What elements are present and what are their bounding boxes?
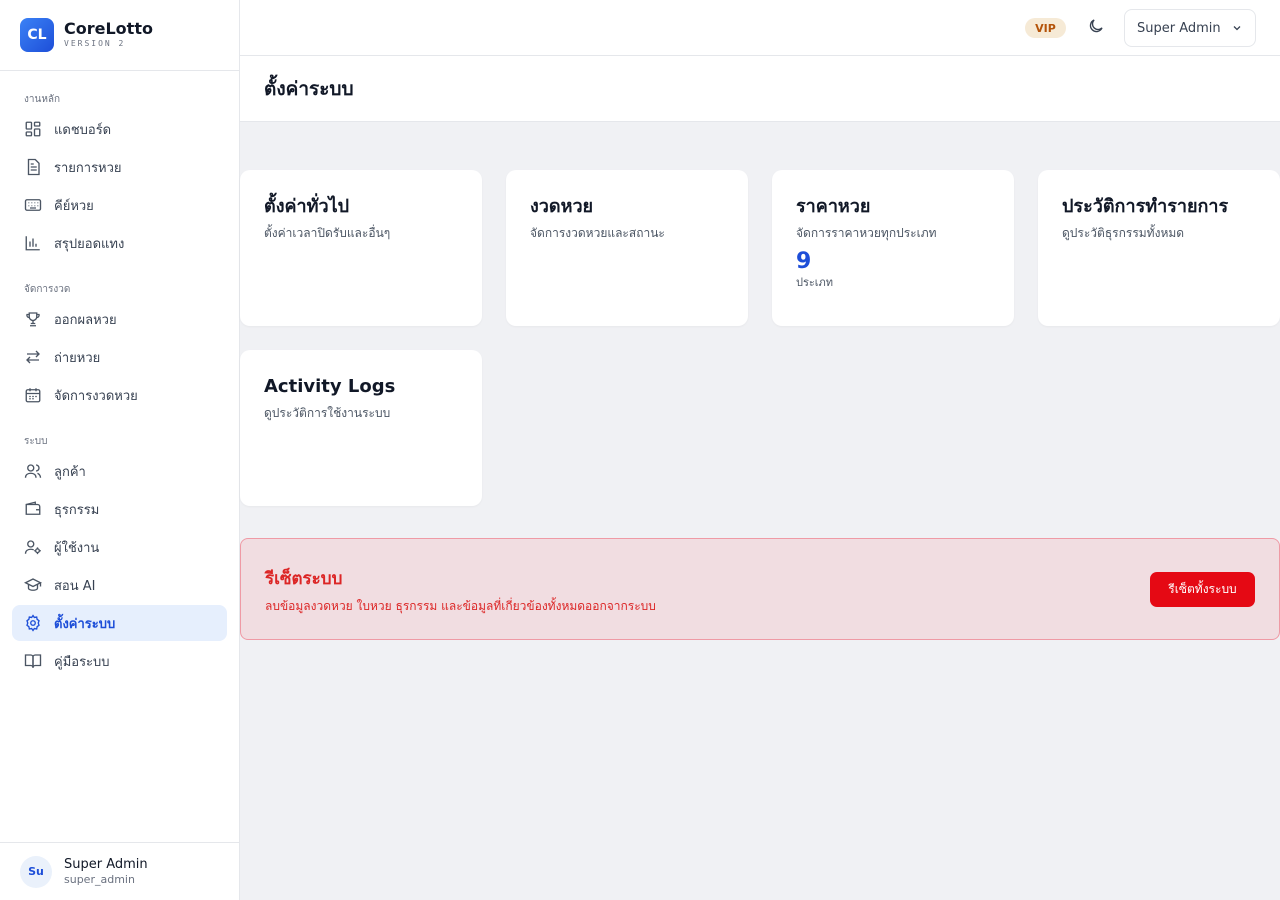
- sidebar-item-bet-summary[interactable]: สรุปยอดแทง: [12, 225, 227, 261]
- card-title: Activity Logs: [264, 376, 396, 397]
- card-stat-unit: ประเภท: [796, 276, 834, 289]
- card-activity-logs[interactable]: Activity Logs ดูประวัติการใช้งานระบบ: [240, 350, 482, 506]
- avatar: Su: [20, 855, 52, 888]
- sidebar-item-label: ออกผลหวย: [54, 312, 117, 328]
- grid-icon: [24, 120, 42, 138]
- sidebar-item-label: คีย์หวย: [54, 198, 94, 214]
- sidebar-item-label: ถ่ายหวย: [54, 350, 101, 366]
- card-title: ตั้งค่าทั่วไป: [264, 196, 350, 217]
- card-desc: จัดการงวดหวยและสถานะ: [530, 226, 665, 240]
- sidebar-item-manage-draws[interactable]: จัดการงวดหวย: [12, 377, 227, 413]
- sidebar-item-label: ตั้งค่าระบบ: [54, 616, 116, 632]
- sidebar-item-label: ธุรกรรม: [54, 502, 100, 518]
- sidebar: CL CoreLotto VERSION 2 งานหลัก แดชบอร์ด …: [0, 0, 240, 900]
- theme-toggle-button[interactable]: [1086, 18, 1106, 38]
- sidebar-item-teach-ai[interactable]: สอน AI: [12, 567, 227, 603]
- reset-title: รีเซ็ตระบบ: [265, 569, 343, 589]
- user-meta: Super Admin super_admin: [64, 857, 148, 887]
- trophy-icon: [24, 310, 42, 328]
- sidebar-user[interactable]: Su Super Admin super_admin: [0, 842, 239, 900]
- sidebar-item-key-lottery[interactable]: คีย์หวย: [12, 187, 227, 223]
- user-handle: super_admin: [64, 872, 135, 886]
- brand-logo: CL: [20, 18, 54, 52]
- sidebar-item-transactions[interactable]: ธุรกรรม: [12, 491, 227, 527]
- sidebar-item-label: สรุปยอดแทง: [54, 236, 125, 252]
- card-desc: ตั้งค่าเวลาปิดรับและอื่นๆ: [264, 226, 391, 240]
- calendar-icon: [24, 386, 42, 404]
- card-title: ราคาหวย: [796, 196, 871, 217]
- brand-name: CoreLotto: [64, 19, 153, 38]
- card-title: งวดหวย: [530, 196, 594, 217]
- page-title: ตั้งค่าระบบ: [264, 77, 354, 100]
- vip-badge: VIP: [1025, 18, 1066, 38]
- sidebar-item-lottery-list[interactable]: รายการหวย: [12, 149, 227, 185]
- brand-version: VERSION 2: [64, 39, 126, 48]
- sidebar-item-label: แดชบอร์ด: [54, 122, 112, 138]
- sidebar-item-settings[interactable]: ตั้งค่าระบบ: [12, 605, 227, 641]
- nav-section-title: งานหลัก: [24, 94, 61, 105]
- sidebar-item-label: รายการหวย: [54, 160, 122, 176]
- sidebar-item-label: ลูกค้า: [54, 464, 86, 480]
- bar-chart-icon: [24, 234, 42, 252]
- sidebar-item-label: สอน AI: [54, 578, 96, 594]
- sidebar-item-dashboard[interactable]: แดชบอร์ด: [12, 111, 227, 147]
- brand[interactable]: CL CoreLotto VERSION 2: [0, 0, 239, 71]
- topbar: VIP Super Admin: [240, 0, 1280, 56]
- card-transaction-history[interactable]: ประวัติการทำรายการ ดูประวัติธุรกรรมทั้งห…: [1038, 170, 1280, 326]
- gear-icon: [24, 614, 42, 632]
- users-icon: [24, 462, 42, 480]
- sidebar-nav: งานหลัก แดชบอร์ด รายการหวย คีย์หวย สรุปย…: [0, 93, 239, 679]
- sidebar-item-label: คู่มือระบบ: [54, 654, 110, 670]
- graduation-cap-icon: [24, 576, 42, 594]
- user-gear-icon: [24, 538, 42, 556]
- arrows-swap-icon: [24, 348, 42, 366]
- sidebar-item-transfer[interactable]: ถ่ายหวย: [12, 339, 227, 375]
- user-name: Super Admin: [64, 856, 148, 872]
- chevron-down-icon: [1231, 22, 1243, 38]
- reset-desc: ลบข้อมูลงวดหวย ใบหวย ธุรกรรม และข้อมูลที…: [265, 599, 656, 613]
- card-desc: ดูประวัติธุรกรรมทั้งหมด: [1062, 226, 1185, 240]
- nav-section-title: ระบบ: [24, 436, 48, 447]
- user-menu-button[interactable]: Super Admin: [1124, 9, 1256, 47]
- document-icon: [24, 158, 42, 176]
- wallet-icon: [24, 500, 42, 518]
- sidebar-item-manual[interactable]: คู่มือระบบ: [12, 643, 227, 679]
- card-general-settings[interactable]: ตั้งค่าทั่วไป ตั้งค่าเวลาปิดรับและอื่นๆ: [240, 170, 482, 326]
- book-icon: [24, 652, 42, 670]
- card-title: ประวัติการทำรายการ: [1062, 196, 1229, 217]
- brand-text: CoreLotto VERSION 2: [64, 20, 153, 50]
- card-lottery-prices[interactable]: ราคาหวย จัดการราคาหวยทุกประเภท 9 ประเภท: [772, 170, 1014, 326]
- sidebar-item-label: จัดการงวดหวย: [54, 388, 138, 404]
- keyboard-icon: [24, 196, 42, 214]
- reset-all-button[interactable]: รีเซ็ตทั้งระบบ: [1150, 572, 1255, 607]
- page-header: ตั้งค่าระบบ: [240, 56, 1280, 122]
- sidebar-item-results[interactable]: ออกผลหวย: [12, 301, 227, 337]
- sidebar-item-users[interactable]: ผู้ใช้งาน: [12, 529, 227, 565]
- card-lottery-draws[interactable]: งวดหวย จัดการงวดหวยและสถานะ: [506, 170, 748, 326]
- reset-system-panel: รีเซ็ตระบบ ลบข้อมูลงวดหวย ใบหวย ธุรกรรม …: [240, 538, 1280, 640]
- sidebar-item-customers[interactable]: ลูกค้า: [12, 453, 227, 489]
- sidebar-item-label: ผู้ใช้งาน: [54, 540, 100, 556]
- moon-icon: [1087, 17, 1105, 39]
- card-desc: จัดการราคาหวยทุกประเภท: [796, 226, 937, 240]
- card-stat-value: 9: [796, 249, 812, 274]
- nav-section-title: จัดการงวด: [24, 284, 71, 295]
- card-desc: ดูประวัติการใช้งานระบบ: [264, 406, 391, 420]
- user-menu-label: Super Admin: [1137, 20, 1221, 36]
